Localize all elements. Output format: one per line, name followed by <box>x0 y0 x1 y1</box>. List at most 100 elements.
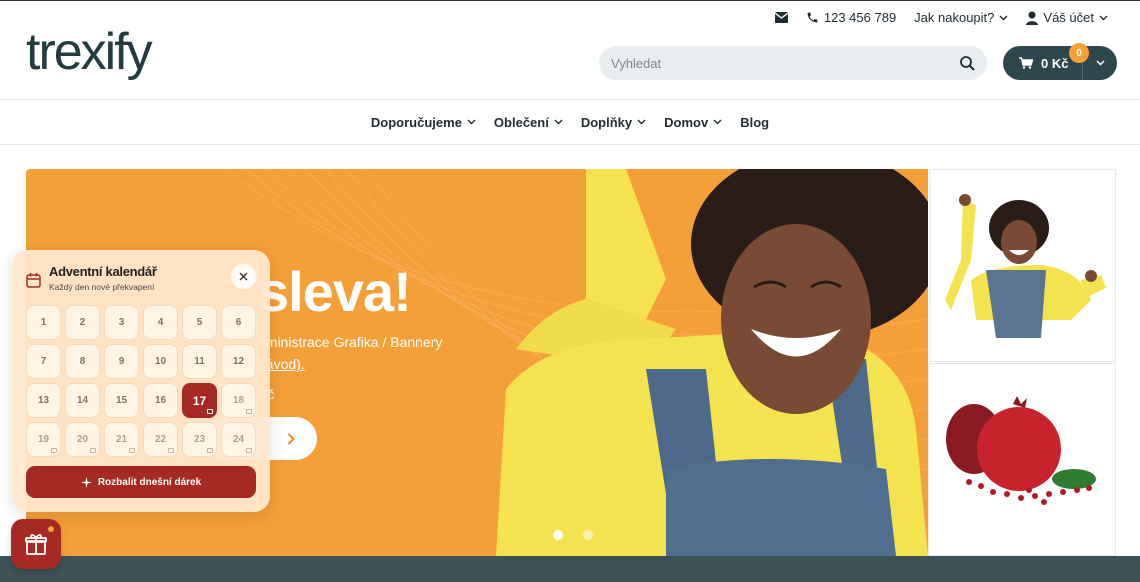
nav-item-label: Doporučujeme <box>370 114 462 130</box>
advent-day-22[interactable]: 22 <box>143 422 178 457</box>
advent-day-number: 21 <box>115 434 128 445</box>
cart-dropdown-toggle[interactable] <box>1083 60 1117 66</box>
search-icon[interactable] <box>960 55 975 71</box>
advent-day-grid: 1 2 3 4 5 6 7 8 9 10 11 12 13 14 15 16 17 18 19 20 21 22 23 24 <box>26 305 256 457</box>
how-to-buy-label: Jak nakoupit? <box>914 10 995 25</box>
account-menu[interactable]: Váš účet <box>1026 10 1108 25</box>
hero-subtitle: dministrace Grafika / Bannery návod). <box>258 331 498 375</box>
advent-day-17[interactable]: 17 <box>182 383 217 418</box>
close-icon <box>239 272 248 281</box>
search-input[interactable] <box>611 55 931 71</box>
hero-subtitle-line-1: dministrace Grafika / Bannery <box>258 334 443 350</box>
advent-day-number: 8 <box>79 356 86 367</box>
advent-day-number: 14 <box>76 395 89 406</box>
advent-day-number: 6 <box>235 317 242 328</box>
email-link[interactable] <box>774 12 788 23</box>
cart-button[interactable]: 0 Kč 0 <box>1003 43 1117 80</box>
advent-day-number: 2 <box>79 317 86 328</box>
advent-day-number: 7 <box>40 356 47 367</box>
advent-day-15[interactable]: 15 <box>104 383 139 418</box>
advent-day-5[interactable]: 5 <box>182 305 217 340</box>
advent-header: Adventní kalendář Každý den nové překvap… <box>26 264 157 292</box>
advent-day-number: 20 <box>76 434 89 445</box>
advent-day-number: 9 <box>118 356 125 367</box>
calendar-icon <box>26 273 41 288</box>
chevron-down-icon <box>554 119 563 125</box>
advent-day-2[interactable]: 2 <box>65 305 100 340</box>
chevron-down-icon <box>1095 60 1105 66</box>
advent-day-10[interactable]: 10 <box>143 344 178 379</box>
unwrap-gift-label: Rozbalit dnešní dárek <box>97 476 202 488</box>
main-nav: Doporučujeme Oblečení Doplňky Domov Blog <box>0 99 1140 145</box>
advent-day-9[interactable]: 9 <box>104 344 139 379</box>
nav-item-domov[interactable]: Domov <box>664 115 722 130</box>
advent-day-7[interactable]: 7 <box>26 344 61 379</box>
close-button[interactable] <box>231 264 256 289</box>
advent-subtitle: Každý den nové překvapení <box>49 282 155 292</box>
gift-icon <box>207 409 213 414</box>
advent-day-18[interactable]: 18 <box>221 383 256 418</box>
advent-day-19[interactable]: 19 <box>26 422 61 457</box>
advent-day-4[interactable]: 4 <box>143 305 178 340</box>
advent-day-number: 24 <box>232 434 245 445</box>
advent-day-number: 3 <box>118 317 125 328</box>
advent-day-number: 12 <box>232 356 245 367</box>
advent-day-number: 19 <box>37 434 50 445</box>
phone-number: 123 456 789 <box>823 10 897 25</box>
site-logo[interactable]: trexify <box>26 22 153 82</box>
advent-day-21[interactable]: 21 <box>104 422 139 457</box>
slider-dot-1[interactable] <box>553 530 563 540</box>
nav-item-label: Domov <box>664 114 709 130</box>
top-border <box>0 0 1140 1</box>
advent-day-16[interactable]: 16 <box>143 383 178 418</box>
advent-day-number: 16 <box>154 395 167 406</box>
advent-day-23[interactable]: 23 <box>182 422 217 457</box>
advent-day-number: 17 <box>192 393 207 408</box>
advent-launcher-button[interactable] <box>11 519 61 569</box>
how-to-buy-menu[interactable]: Jak nakoupit? <box>914 10 1008 25</box>
nav-item-label: Blog <box>740 114 770 130</box>
hero-title: sleva! <box>258 260 412 323</box>
advent-day-3[interactable]: 3 <box>104 305 139 340</box>
advent-day-11[interactable]: 11 <box>182 344 217 379</box>
nav-item-label: Doplňky <box>580 114 633 130</box>
advent-day-number: 10 <box>154 356 167 367</box>
chevron-down-icon <box>467 119 476 125</box>
lock-icon <box>168 448 174 453</box>
user-icon <box>1026 11 1039 25</box>
advent-day-number: 13 <box>37 395 50 406</box>
top-links: 123 456 789 Jak nakoupit? Váš účet <box>774 10 1108 25</box>
advent-day-6[interactable]: 6 <box>221 305 256 340</box>
unwrap-gift-button[interactable]: Rozbalit dnešní dárek <box>26 466 256 498</box>
chevron-down-icon <box>999 15 1008 20</box>
advent-day-24[interactable]: 24 <box>221 422 256 457</box>
side-person-image <box>945 194 1106 338</box>
advent-day-number: 5 <box>196 317 203 328</box>
advent-day-8[interactable]: 8 <box>65 344 100 379</box>
advent-day-13[interactable]: 13 <box>26 383 61 418</box>
search-bar <box>599 46 987 80</box>
account-label: Váš účet <box>1043 10 1094 25</box>
advent-day-number: 15 <box>115 395 128 406</box>
nav-item-doporucujeme[interactable]: Doporučujeme <box>371 115 476 130</box>
phone-link[interactable]: 123 456 789 <box>806 10 896 25</box>
lock-icon <box>51 448 57 453</box>
bottom-strip <box>0 556 1140 582</box>
slider-dot-2[interactable] <box>583 530 593 540</box>
pomegranate-image <box>946 396 1096 505</box>
phone-icon <box>807 12 818 23</box>
advent-day-number: 1 <box>40 317 47 328</box>
side-banner-person[interactable] <box>930 169 1116 362</box>
side-banner-pomegranate[interactable] <box>928 363 1116 556</box>
nav-item-doplnky[interactable]: Doplňky <box>581 115 646 130</box>
nav-item-obleceni[interactable]: Oblečení <box>494 115 563 130</box>
advent-title: Adventní kalendář <box>49 264 157 279</box>
advent-day-1[interactable]: 1 <box>26 305 61 340</box>
cart-total: 0 Kč <box>1041 55 1069 71</box>
advent-day-14[interactable]: 14 <box>65 383 100 418</box>
sparkle-icon <box>80 476 92 488</box>
advent-day-20[interactable]: 20 <box>65 422 100 457</box>
advent-day-12[interactable]: 12 <box>221 344 256 379</box>
notification-dot <box>48 526 54 532</box>
nav-item-blog[interactable]: Blog <box>740 115 769 130</box>
